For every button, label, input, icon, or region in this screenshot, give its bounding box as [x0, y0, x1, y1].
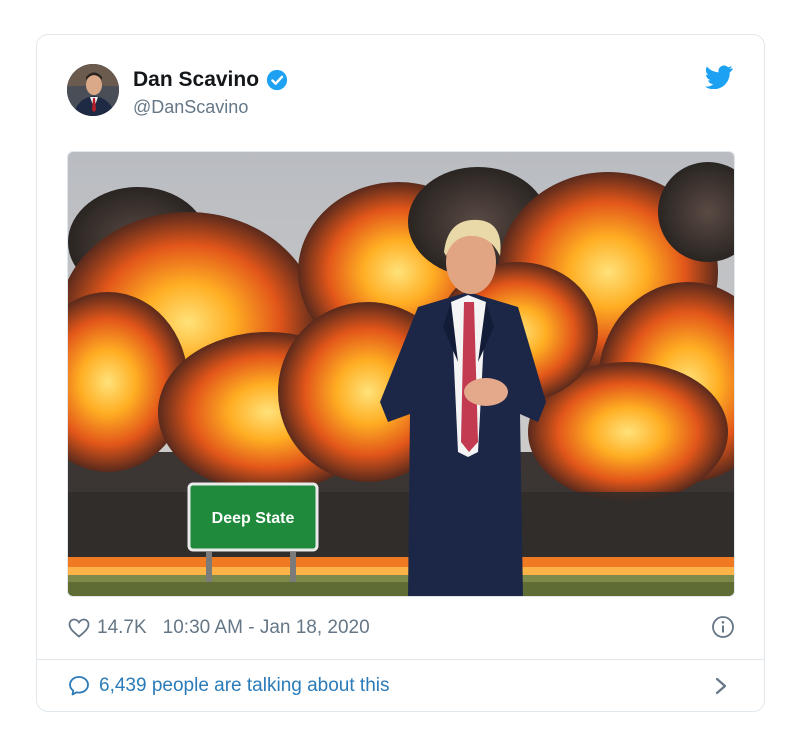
twitter-bird-icon[interactable]: [705, 65, 733, 89]
heart-icon[interactable]: [67, 616, 91, 640]
author-name[interactable]: Dan Scavino: [133, 68, 259, 92]
speech-bubble-icon: [69, 676, 89, 696]
talking-count[interactable]: 6,439 people are talking about this: [99, 675, 390, 697]
tweet-card: Dan Scavino @DanScavino Deep State 14.7K…: [36, 34, 765, 712]
chevron-right-icon[interactable]: [713, 675, 729, 697]
avatar-image: [67, 64, 119, 116]
like-count[interactable]: 14.7K: [97, 617, 147, 639]
avatar[interactable]: [67, 64, 119, 116]
tweet-media[interactable]: Deep State: [67, 151, 735, 597]
tweet-meta: 14.7K 10:30 AM - Jan 18, 2020: [67, 615, 735, 641]
sign-text: Deep State: [212, 510, 295, 527]
explosion-image: Deep State: [68, 152, 734, 596]
info-icon[interactable]: [711, 615, 735, 639]
divider: [37, 659, 764, 660]
conversation-link[interactable]: 6,439 people are talking about this: [67, 671, 735, 701]
author-handle[interactable]: @DanScavino: [133, 97, 248, 118]
author-name-row[interactable]: Dan Scavino: [133, 68, 288, 92]
timestamp[interactable]: 10:30 AM - Jan 18, 2020: [163, 617, 370, 639]
verified-badge-icon: [266, 69, 288, 91]
